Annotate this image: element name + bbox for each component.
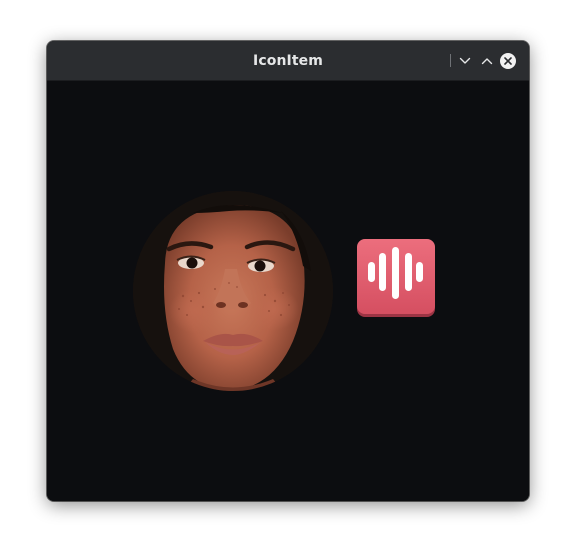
chevron-down-icon <box>459 57 471 64</box>
avatar-photo <box>133 191 333 391</box>
audio-waveform-icon <box>357 239 435 317</box>
minimize-button[interactable] <box>456 52 474 70</box>
window-content <box>47 81 529 501</box>
person-photo-icon <box>133 191 333 391</box>
app-icon <box>357 239 435 317</box>
app-window: IconItem <box>47 41 529 501</box>
chevron-up-icon <box>481 58 493 65</box>
maximize-button[interactable] <box>478 52 496 70</box>
titlebar-separator <box>450 54 451 67</box>
close-button[interactable] <box>499 52 517 70</box>
close-icon <box>500 53 516 69</box>
titlebar[interactable]: IconItem <box>47 41 529 81</box>
